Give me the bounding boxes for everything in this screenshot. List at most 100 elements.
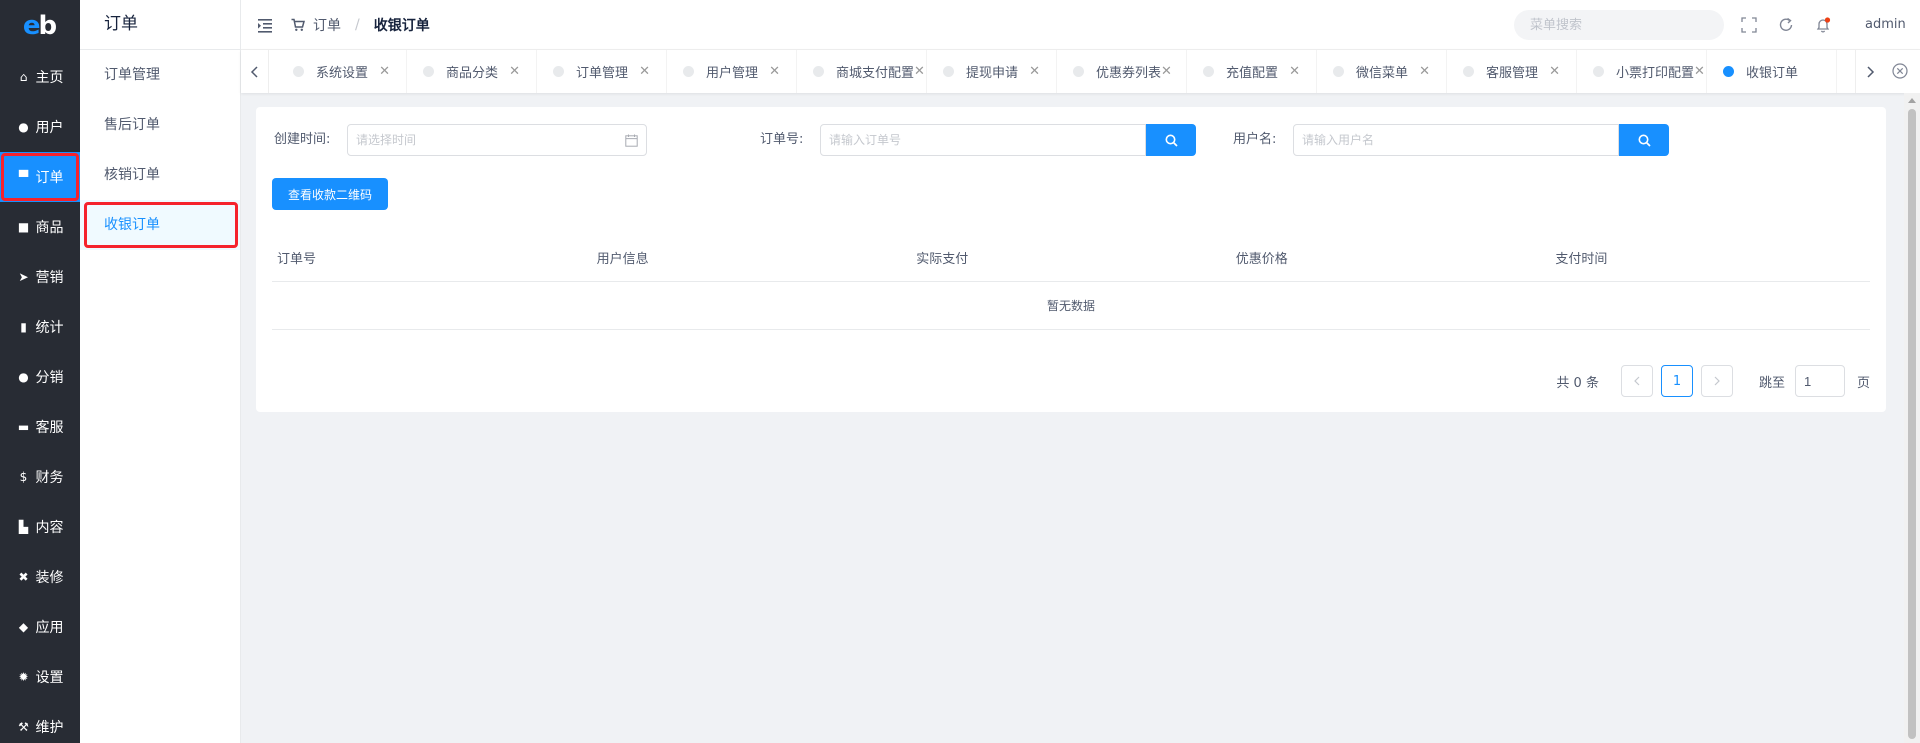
tab-status-dot-icon [1723, 66, 1734, 77]
table-header: 订单号 用户信息 实际支付 优惠价格 支付时间 [272, 234, 1870, 282]
nav-item-4[interactable]: ➤ 营销 [0, 252, 80, 302]
nav-item-label: 装修 [35, 570, 64, 586]
jump-label: 跳至 [1758, 375, 1785, 391]
tab-label: 提现申请 [966, 66, 1019, 81]
tab-item[interactable]: 小票打印配置 ✕ [1577, 50, 1707, 93]
scroll-up-arrow-icon[interactable] [1908, 98, 1916, 103]
submenu-item-1[interactable]: 售后订单 [80, 100, 240, 150]
nav-item-11[interactable]: ◆ 应用 [0, 602, 80, 652]
breadcrumb-parent[interactable]: 订单 [313, 15, 341, 35]
page-prev-button[interactable] [1620, 365, 1653, 397]
page-scrollbar[interactable] [1904, 93, 1920, 743]
tab-status-dot-icon [1333, 66, 1344, 77]
nav-item-label: 客服 [35, 420, 64, 436]
breadcrumb: 订单 / 收银订单 [291, 0, 430, 50]
nav-item-1[interactable]: ● 用户 [0, 102, 80, 152]
nav-item-label: 财务 [35, 470, 64, 486]
nav-item-9[interactable]: ▙ 内容 [0, 502, 80, 552]
user-name[interactable]: admin [1865, 0, 1906, 50]
nav-item-8[interactable]: $ 财务 [0, 452, 80, 502]
content-card: 创建时间: 请选择时间 订单号: 用户名: 查看收款二维码 订单号 用户信息 实际支… [256, 107, 1886, 412]
view-qrcode-button[interactable]: 查看收款二维码 [272, 178, 388, 210]
tab-item[interactable]: 商品分类 ✕ [407, 50, 537, 93]
nav-item-label: 统计 [35, 320, 64, 336]
tab-item[interactable]: 提现申请 ✕ [927, 50, 1057, 93]
close-all-tabs-icon[interactable] [1891, 62, 1909, 80]
nav-item-0[interactable]: ⌂ 主页 [0, 52, 80, 102]
tab-item[interactable]: 订单管理 ✕ [537, 50, 667, 93]
order-no-input[interactable] [820, 124, 1146, 156]
tab-item[interactable]: 收银订单 [1707, 50, 1837, 93]
tab-item[interactable]: 微信菜单 ✕ [1317, 50, 1447, 93]
tab-close-icon[interactable]: ✕ [509, 64, 520, 79]
tab-label: 商品分类 [446, 66, 499, 81]
logo[interactable]: eb [0, 0, 80, 52]
nav-item-10[interactable]: ✖ 装修 [0, 552, 80, 602]
nav-item-13[interactable]: ⚒ 维护 [0, 702, 80, 743]
tab-close-icon[interactable]: ✕ [1419, 64, 1430, 79]
table-header-cell: 用户信息 [596, 252, 649, 267]
nav-item-label: 商品 [35, 220, 64, 236]
refresh-icon[interactable] [1778, 17, 1794, 33]
pagination: 共 0 条 1 跳至 页 [1556, 365, 1870, 397]
order-search-button[interactable] [1146, 124, 1196, 156]
nav-item-6[interactable]: ● 分销 [0, 352, 80, 402]
tab-item[interactable]: 系统设置 ✕ [277, 50, 407, 93]
jump-page-input[interactable] [1794, 365, 1845, 397]
nav-item-7[interactable]: ▬ 客服 [0, 402, 80, 452]
nav-item-label: 应用 [35, 620, 64, 636]
tab-status-dot-icon [293, 66, 304, 77]
user-search-button[interactable] [1619, 124, 1669, 156]
tab-close-icon[interactable]: ✕ [1549, 64, 1560, 79]
tab-label: 用户管理 [706, 66, 759, 81]
tab-close-icon[interactable]: ✕ [1694, 64, 1705, 79]
tabs-list: 系统设置 ✕ 商品分类 ✕ 订单管理 ✕ 用户管理 ✕ 商城支付配置 ✕ 提现申请 ✕ 优惠券列表 ✕ 充值… [277, 50, 1855, 93]
submenu-item-0[interactable]: 订单管理 [80, 50, 240, 100]
nav-item-3[interactable]: ■ 商品 [0, 202, 80, 252]
breadcrumb-current: 收银订单 [373, 18, 430, 34]
tab-label: 收银订单 [1746, 66, 1799, 81]
tab-label: 客服管理 [1486, 66, 1539, 81]
tab-label: 商城支付配置 [836, 66, 915, 81]
submenu-item-2[interactable]: 核销订单 [80, 150, 240, 200]
fullscreen-icon[interactable] [1741, 17, 1757, 33]
menu-search-input[interactable] [1514, 10, 1724, 40]
nav-item-12[interactable]: ✹ 设置 [0, 652, 80, 702]
bell-icon[interactable] [1815, 17, 1831, 33]
tab-close-icon[interactable]: ✕ [914, 64, 925, 79]
tab-close-icon[interactable]: ✕ [1161, 64, 1172, 79]
page-next-button[interactable] [1700, 365, 1733, 397]
search-icon [1165, 134, 1178, 147]
tab-status-dot-icon [943, 66, 954, 77]
nav-item-label: 营销 [35, 270, 64, 286]
tabs-prev-button[interactable] [241, 50, 269, 93]
home-icon: ⌂ [19, 70, 28, 84]
group-icon: ● [18, 370, 29, 384]
page-number[interactable]: 1 [1660, 365, 1693, 397]
user-name-input[interactable] [1293, 124, 1619, 156]
tab-item[interactable]: 用户管理 ✕ [667, 50, 797, 93]
tab-status-dot-icon [423, 66, 434, 77]
tab-close-icon[interactable]: ✕ [769, 64, 780, 79]
tab-status-dot-icon [813, 66, 824, 77]
scrollbar-thumb[interactable] [1908, 109, 1916, 739]
submenu-item-3[interactable]: 收银订单 [80, 200, 240, 250]
tab-close-icon[interactable]: ✕ [1289, 64, 1300, 79]
tab-close-icon[interactable]: ✕ [1029, 64, 1040, 79]
tab-item[interactable]: 充值配置 ✕ [1187, 50, 1317, 93]
nav-item-label: 用户 [35, 120, 64, 136]
tabs-next-button[interactable] [1855, 50, 1883, 93]
tab-status-dot-icon [1593, 66, 1604, 77]
tab-item[interactable]: 商城支付配置 ✕ [797, 50, 927, 93]
tab-item[interactable]: 客服管理 ✕ [1447, 50, 1577, 93]
tab-label: 优惠券列表 [1096, 66, 1162, 81]
nav-item-5[interactable]: ▮ 统计 [0, 302, 80, 352]
create-time-picker[interactable]: 请选择时间 [347, 124, 647, 156]
menu-fold-icon[interactable] [257, 17, 273, 33]
basket-icon: ■ [17, 220, 30, 234]
tab-close-icon[interactable]: ✕ [379, 64, 390, 79]
nav-item-2[interactable]: ▀ 订单 [0, 152, 80, 202]
tab-close-icon[interactable]: ✕ [639, 64, 650, 79]
order-no-label: 订单号: [760, 132, 804, 147]
tab-item[interactable]: 优惠券列表 ✕ [1057, 50, 1187, 93]
